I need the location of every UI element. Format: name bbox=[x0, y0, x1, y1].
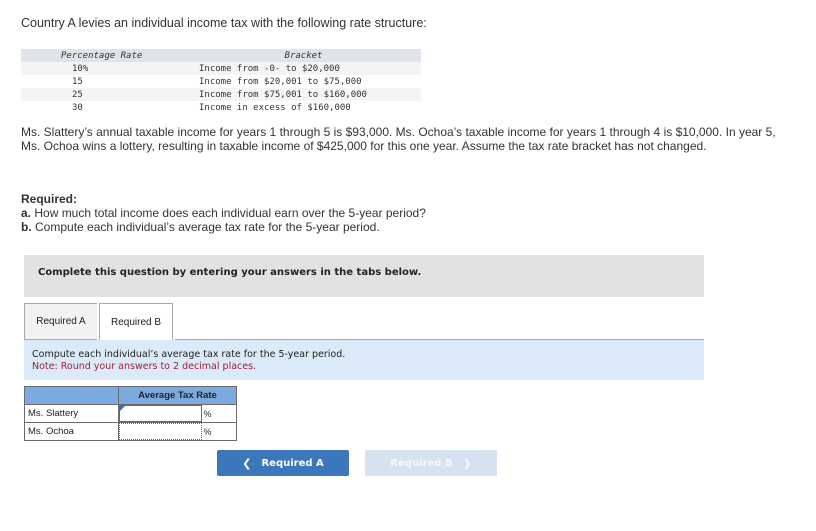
table-row: Ms. Slattery % bbox=[24, 404, 237, 423]
table-row: Ms. Ochoa % bbox=[24, 422, 237, 441]
rounding-note: Note: Round your answers to 2 decimal pl… bbox=[32, 361, 257, 372]
tab-instructions: Compute each individual’s average tax ra… bbox=[24, 340, 704, 380]
percent-unit: % bbox=[201, 404, 237, 423]
table-row: 15 Income from $20,001 to $75,000 bbox=[21, 75, 421, 88]
answer-table: Average Tax Rate Ms. Slattery % Ms. Ocho… bbox=[24, 386, 237, 441]
required-a-label: a. bbox=[21, 206, 32, 220]
input-cell bbox=[118, 404, 202, 423]
required-header: Required: bbox=[21, 192, 78, 206]
slattery-rate-input[interactable] bbox=[119, 405, 202, 422]
rate-cell: 15 bbox=[21, 75, 186, 88]
header-empty bbox=[24, 386, 119, 405]
bracket-cell: Income from $75,001 to $160,000 bbox=[186, 88, 421, 101]
header-average-tax-rate: Average Tax Rate bbox=[118, 386, 237, 405]
chevron-left-icon: ❮ bbox=[242, 456, 252, 470]
table-row: 25 Income from $75,001 to $160,000 bbox=[21, 88, 421, 101]
rate-cell: 10% bbox=[21, 62, 186, 75]
intro-text: Country A levies an individual income ta… bbox=[21, 16, 427, 30]
bracket-cell: Income from -0- to $20,000 bbox=[186, 62, 421, 75]
next-required-b-button[interactable]: Required B ❯ bbox=[365, 450, 497, 476]
tab-required-b[interactable]: Required B bbox=[99, 303, 173, 340]
required-b: b. Compute each individual’s average tax… bbox=[21, 220, 426, 234]
instruction-text: Compute each individual’s average tax ra… bbox=[32, 349, 346, 360]
required-a: a. How much total income does each indiv… bbox=[21, 206, 426, 220]
next-button-label: Required B bbox=[390, 457, 453, 469]
header-percentage-rate: Percentage Rate bbox=[21, 49, 186, 62]
rate-table-header: Percentage Rate Bracket bbox=[21, 49, 421, 62]
tab-bar: Required A Required B bbox=[24, 303, 173, 340]
answer-table-header: Average Tax Rate bbox=[24, 386, 237, 405]
required-b-text: Compute each individual’s average tax ra… bbox=[31, 220, 380, 234]
header-bracket: Bracket bbox=[186, 49, 421, 62]
bracket-cell: Income from $20,001 to $75,000 bbox=[186, 75, 421, 88]
required-b-label: b. bbox=[21, 220, 32, 234]
prev-button-label: Required A bbox=[261, 457, 324, 469]
ochoa-rate-input[interactable] bbox=[119, 423, 202, 440]
table-row: 10% Income from -0- to $20,000 bbox=[21, 62, 421, 75]
bracket-cell: Income in excess of $160,000 bbox=[186, 101, 421, 114]
percent-unit: % bbox=[201, 422, 237, 441]
problem-text: Ms. Slattery’s annual taxable income for… bbox=[21, 125, 776, 153]
tax-rate-table: Percentage Rate Bracket 10% Income from … bbox=[21, 49, 421, 114]
input-cell bbox=[118, 422, 202, 441]
tab-required-a[interactable]: Required A bbox=[24, 303, 97, 340]
active-cell-flag-icon bbox=[120, 406, 125, 411]
required-a-text: How much total income does each individu… bbox=[31, 206, 426, 220]
rate-cell: 25 bbox=[21, 88, 186, 101]
instruction-banner: Complete this question by entering your … bbox=[24, 255, 704, 297]
row-label: Ms. Slattery bbox=[24, 404, 119, 423]
required-section: Required: a. How much total income does … bbox=[21, 192, 426, 234]
table-row: 30 Income in excess of $160,000 bbox=[21, 101, 421, 114]
rate-cell: 30 bbox=[21, 101, 186, 114]
prev-required-a-button[interactable]: ❮ Required A bbox=[217, 450, 349, 476]
chevron-right-icon: ❯ bbox=[462, 456, 472, 470]
row-label: Ms. Ochoa bbox=[24, 422, 119, 441]
